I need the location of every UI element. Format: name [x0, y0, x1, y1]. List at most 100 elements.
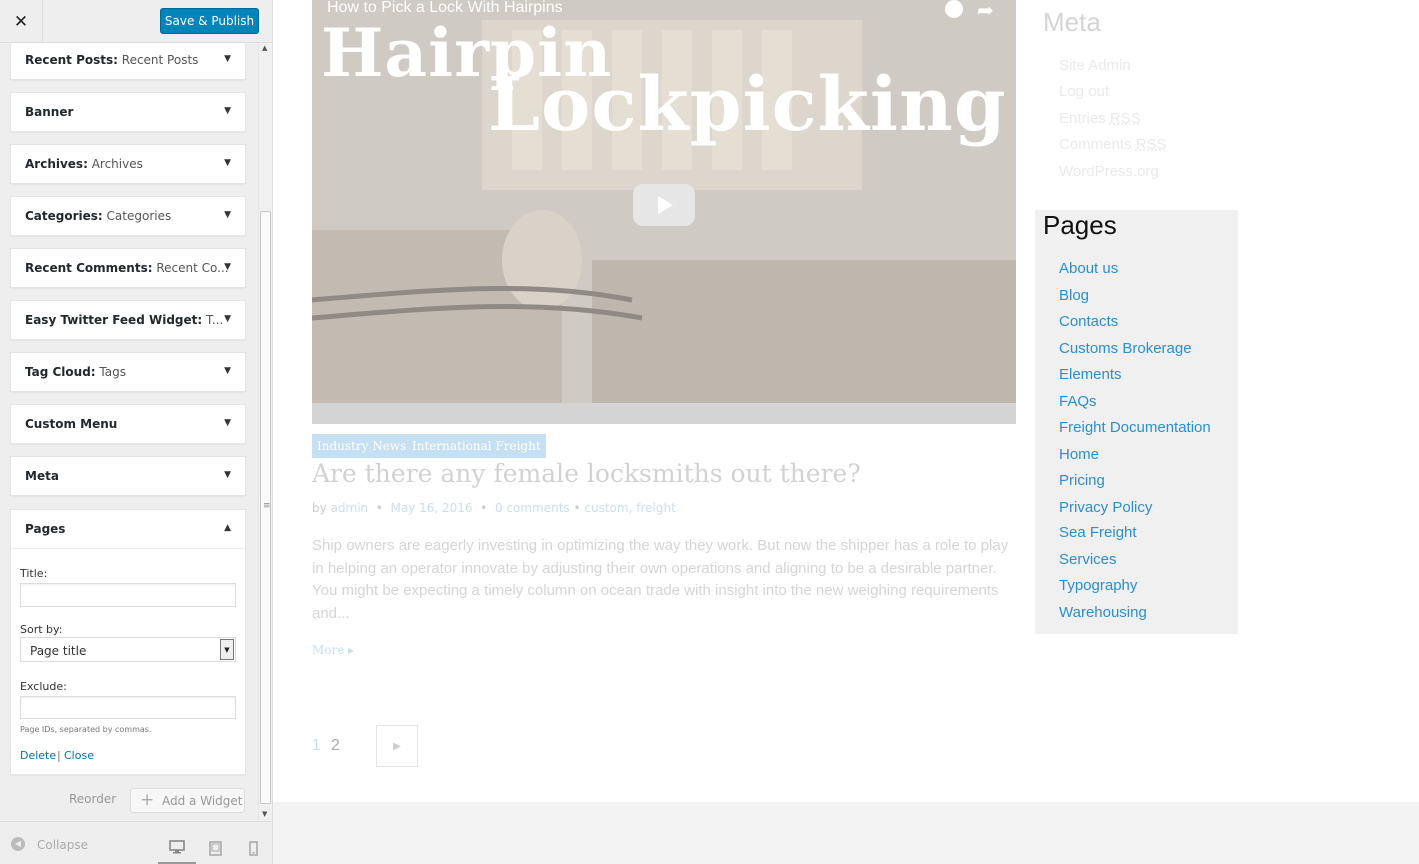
page-link[interactable]: FAQs [1059, 393, 1097, 410]
exclude-help-text: Page IDs, separated by commas. [20, 725, 152, 734]
page-link[interactable]: Pricing [1059, 472, 1105, 489]
page-link[interactable]: Services [1059, 551, 1117, 568]
widget-pages-header[interactable]: Pages ▲ [11, 510, 245, 549]
expand-arrow-icon[interactable]: ▼ [224, 210, 231, 220]
read-more-link[interactable]: More ▸ [312, 643, 354, 657]
page-link[interactable]: Privacy Policy [1059, 499, 1152, 516]
mobile-preview-button[interactable] [234, 831, 272, 864]
customizer-sidebar: ✕ Save & Publish Recent Posts: Recent Po… [0, 0, 273, 864]
close-customizer-button[interactable]: ✕ [0, 0, 43, 43]
widget-custom-menu[interactable]: Custom Menu ▼ [10, 404, 246, 444]
author-link[interactable]: admin [331, 501, 369, 515]
collapse-button[interactable]: Collapse [37, 838, 88, 852]
expand-arrow-icon[interactable]: ▼ [224, 158, 231, 168]
meta-link-entries-rss[interactable]: Entries RSS [1059, 110, 1141, 127]
category-tag[interactable]: Industry News [312, 434, 412, 458]
play-icon[interactable] [658, 196, 673, 214]
expand-arrow-icon[interactable]: ▼ [224, 106, 231, 116]
widget-tag-cloud[interactable]: Tag Cloud: Tags ▼ [10, 352, 246, 392]
collapse-arrow-icon[interactable]: ▲ [224, 523, 231, 533]
tablet-preview-button[interactable] [196, 831, 234, 864]
page-link[interactable]: About us [1059, 260, 1118, 277]
widget-list: Recent Posts: Recent Posts ▼ Banner ▼ Ar… [0, 43, 258, 821]
expand-arrow-icon[interactable]: ▼ [224, 366, 231, 376]
expand-arrow-icon[interactable]: ▼ [224, 54, 231, 64]
delete-widget-link[interactable]: Delete [20, 749, 56, 762]
widget-name: Categories: [25, 209, 103, 223]
meta-widget-heading: Meta [1043, 7, 1101, 37]
sort-by-label: Sort by: [20, 623, 63, 636]
pagination-next-button[interactable]: ▶ [376, 725, 418, 767]
title-input[interactable] [20, 583, 236, 607]
pagination-page[interactable]: 2 [331, 737, 340, 755]
widget-meta[interactable]: Meta ▼ [10, 456, 246, 496]
widget-categories[interactable]: Categories: Categories ▼ [10, 196, 246, 236]
close-widget-link[interactable]: Close [64, 749, 94, 762]
widget-subtitle: Tags [95, 365, 126, 379]
site-preview: How to Pick a Lock With Hairpins ➦ Hairp… [273, 0, 1419, 864]
widget-name: Custom Menu [25, 417, 118, 431]
sidebar-scrollbar[interactable]: ▲ ≡ ▼ [258, 43, 272, 821]
sort-by-select[interactable]: Page title ▼ [20, 637, 236, 662]
close-icon: ✕ [13, 11, 29, 32]
widget-name: Tag Cloud: [25, 365, 96, 379]
expand-arrow-icon[interactable]: ▼ [224, 470, 231, 480]
video-embed[interactable]: How to Pick a Lock With Hairpins ➦ Hairp… [312, 0, 1016, 424]
post-title[interactable]: Are there any female locksmiths out ther… [312, 459, 861, 488]
title-label: Title: [20, 567, 48, 580]
expand-arrow-icon[interactable]: ▼ [224, 262, 231, 272]
tag-link[interactable]: freight [636, 501, 676, 515]
save-publish-button[interactable]: Save & Publish [160, 8, 259, 34]
page-link[interactable]: Elements [1059, 366, 1122, 383]
pages-widget-heading: Pages [1043, 210, 1117, 240]
widget-name: Banner [25, 105, 74, 119]
widget-subtitle: Recent Posts [117, 53, 199, 67]
widget-subtitle: Categories [102, 209, 172, 223]
meta-link-comments-rss[interactable]: Comments RSS [1059, 136, 1167, 153]
widget-pages-expanded: Pages ▲ Title: Sort by: Page title ▼ Exc… [10, 509, 246, 775]
widget-easy-twitter-feed[interactable]: Easy Twitter Feed Widget: T... ▼ [10, 300, 246, 340]
share-icon[interactable]: ➦ [977, 0, 994, 22]
exclude-label: Exclude: [20, 680, 67, 693]
page-link[interactable]: Warehousing [1059, 604, 1147, 621]
page-link[interactable]: Freight Documentation [1059, 419, 1211, 436]
pagination-page[interactable]: 1 [312, 737, 321, 755]
scrollbar-thumb[interactable]: ≡ [260, 211, 271, 804]
reorder-link[interactable]: Reorder [69, 792, 116, 806]
exclude-input[interactable] [20, 696, 236, 719]
pages-widget-box: Pages About us Blog Contacts Customs Bro… [1035, 210, 1238, 634]
expand-arrow-icon[interactable]: ▼ [224, 418, 231, 428]
page-link[interactable]: Contacts [1059, 313, 1118, 330]
tablet-icon [208, 840, 222, 856]
desktop-preview-button[interactable] [158, 831, 196, 864]
page-link[interactable]: Customs Brokerage [1059, 340, 1192, 357]
meta-by: by [312, 501, 327, 515]
meta-link-wordpress-org[interactable]: WordPress.org [1059, 163, 1159, 180]
video-progress-bar[interactable] [312, 403, 1016, 424]
mobile-icon [248, 840, 258, 856]
widget-banner[interactable]: Banner ▼ [10, 92, 246, 132]
tag-link[interactable]: custom [584, 501, 628, 515]
widget-recent-comments[interactable]: Recent Comments: Recent Co... ▼ [10, 248, 246, 288]
customizer-footer: ◀ Collapse [0, 821, 272, 864]
date-link[interactable]: May 16, 2016 [391, 501, 473, 515]
widget-name: Pages [25, 522, 66, 536]
scroll-up-icon[interactable]: ▲ [262, 44, 267, 52]
page-link[interactable]: Blog [1059, 287, 1089, 304]
page-link[interactable]: Home [1059, 446, 1099, 463]
page-link[interactable]: Typography [1059, 577, 1137, 594]
page-link[interactable]: Sea Freight [1059, 524, 1137, 541]
collapse-icon[interactable]: ◀ [11, 837, 25, 851]
dropdown-arrow-icon[interactable]: ▼ [220, 639, 234, 660]
watch-later-icon[interactable] [945, 0, 963, 18]
meta-link-site-admin[interactable]: Site Admin [1059, 57, 1131, 74]
video-overlay-line2: Lockpicking [488, 62, 1007, 148]
widget-recent-posts[interactable]: Recent Posts: Recent Posts ▼ [10, 43, 246, 80]
widget-archives[interactable]: Archives: Archives ▼ [10, 144, 246, 184]
category-tag[interactable]: International Freight [407, 434, 546, 458]
expand-arrow-icon[interactable]: ▼ [224, 314, 231, 324]
add-widget-button[interactable]: + Add a Widget [130, 788, 245, 813]
scroll-down-icon[interactable]: ▼ [262, 810, 267, 818]
meta-link-log-out[interactable]: Log out [1059, 83, 1109, 100]
comments-link[interactable]: 0 comments [495, 501, 570, 515]
